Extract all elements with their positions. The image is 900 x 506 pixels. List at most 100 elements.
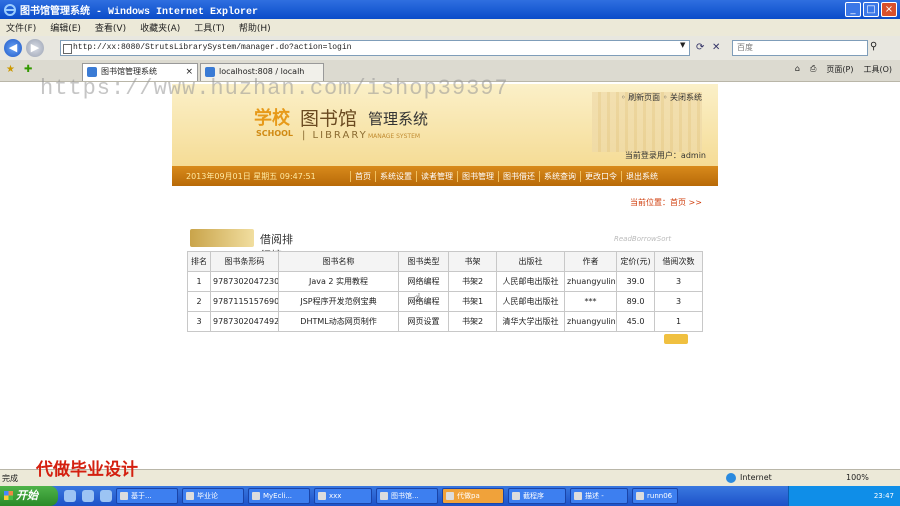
mouse-cursor-icon: ☝ bbox=[414, 291, 421, 304]
table-cell: 3 bbox=[654, 291, 703, 312]
header-cell: 图书条形码 bbox=[210, 251, 279, 272]
favorites-star-icon[interactable]: ★ bbox=[6, 64, 18, 76]
menu-view[interactable]: 查看(V) bbox=[95, 21, 126, 34]
search-icon[interactable]: ⚲ bbox=[870, 41, 877, 52]
nav-date: 2013年09月01日 星期五 09:47:51 bbox=[186, 171, 316, 181]
window-controls: _ □ × bbox=[845, 2, 897, 17]
nav-books[interactable]: 图书管理 bbox=[457, 170, 498, 182]
address-toolbar: ◀ ▶ http://xx:8080/StrutsLibrarySystem/m… bbox=[0, 36, 900, 60]
system-title: 管理系统 bbox=[368, 110, 429, 128]
header-cell: 定价(元) bbox=[616, 251, 655, 272]
table-cell: 网页设置 bbox=[398, 311, 449, 332]
table-cell: 1 bbox=[187, 271, 211, 292]
nav-home[interactable]: 首页 bbox=[350, 170, 375, 182]
add-favorite-icon[interactable]: ✚ bbox=[24, 64, 36, 76]
quicklaunch-media-icon[interactable] bbox=[100, 490, 112, 502]
header-cell: 借阅次数 bbox=[654, 251, 703, 272]
stop-icon[interactable]: ✕ bbox=[712, 42, 724, 54]
table-cell: 网络编程 bbox=[398, 291, 449, 312]
minimize-button[interactable]: _ bbox=[845, 2, 861, 17]
watermark-text: https://www.huzhan.com/ishop39397 bbox=[40, 76, 509, 101]
school-title-en: SCHOOL bbox=[256, 129, 294, 138]
home-icon[interactable]: ⌂ bbox=[795, 64, 800, 75]
main-nav: 2013年09月01日 星期五 09:47:51 首页 系统设置 读者管理 图书… bbox=[172, 166, 718, 186]
task-button[interactable]: 毕业论 bbox=[182, 488, 244, 504]
header-cell: 出版社 bbox=[496, 251, 565, 272]
table-cell: DHTML动态网页制作 bbox=[278, 311, 399, 332]
task-button[interactable]: 描述 - bbox=[570, 488, 628, 504]
promo-text: 代做毕业设计 bbox=[36, 460, 138, 480]
table-cell: 网络编程 bbox=[398, 271, 449, 292]
nav-query[interactable]: 系统查询 bbox=[539, 170, 580, 182]
forward-button[interactable]: ▶ bbox=[26, 39, 44, 57]
school-title: 学校 bbox=[254, 108, 290, 129]
menu-favorites[interactable]: 收藏夹(A) bbox=[140, 21, 180, 34]
more-icon[interactable] bbox=[664, 334, 688, 344]
window-titlebar: 图书馆管理系统 - Windows Internet Explorer bbox=[0, 0, 900, 19]
table-cell: 书架2 bbox=[448, 271, 497, 292]
table-cell: 3 bbox=[187, 311, 211, 332]
tools-menu[interactable]: 工具(O) bbox=[863, 64, 892, 75]
system-title-en: MANAGE SYSTEM bbox=[368, 133, 421, 140]
quicklaunch-ie-icon[interactable] bbox=[64, 490, 76, 502]
zoom-level[interactable]: 100% bbox=[846, 473, 869, 482]
task-button[interactable]: 截程序 bbox=[508, 488, 566, 504]
address-dropdown-icon[interactable]: ▼ bbox=[680, 41, 690, 55]
breadcrumb: 当前位置：首页 >> bbox=[630, 198, 702, 207]
print-icon[interactable]: ⎙ bbox=[810, 64, 816, 75]
nav-readers[interactable]: 读者管理 bbox=[416, 170, 457, 182]
table-cell: 45.0 bbox=[616, 311, 655, 332]
back-button[interactable]: ◀ bbox=[4, 39, 22, 57]
table-cell: Java 2 实用教程 bbox=[278, 271, 399, 292]
menu-help[interactable]: 帮助(H) bbox=[239, 21, 271, 34]
table-cell: 9787302047492 bbox=[210, 311, 279, 332]
menu-bar: 文件(F) 编辑(E) 查看(V) 收藏夹(A) 工具(T) 帮助(H) bbox=[0, 19, 900, 36]
refresh-icon[interactable]: ⟳ bbox=[696, 42, 708, 54]
table-cell: 2 bbox=[187, 291, 211, 312]
library-title: 图书馆 bbox=[300, 108, 358, 130]
close-button[interactable]: × bbox=[881, 2, 897, 17]
search-input[interactable]: 百度 bbox=[732, 40, 868, 56]
status-text: 完成 bbox=[2, 474, 18, 483]
header-cell: 图书名称 bbox=[278, 251, 399, 272]
task-button[interactable]: runn06 bbox=[632, 488, 678, 504]
header-cell: 书架 bbox=[448, 251, 497, 272]
header-cell: 作者 bbox=[564, 251, 617, 272]
table-cell: 人民邮电出版社 bbox=[496, 271, 565, 292]
menu-tools[interactable]: 工具(T) bbox=[194, 21, 225, 34]
banner-links[interactable]: ◦ 刷新页面 ◦ 关闭系统 bbox=[621, 92, 702, 103]
task-button[interactable]: MyEcli... bbox=[248, 488, 310, 504]
system-tray: 23:47 bbox=[788, 486, 900, 506]
taskbar: 开始 基于... 毕业论 MyEcli... xxx 图书馆... 代做pa 截… bbox=[0, 486, 900, 506]
task-button[interactable]: xxx bbox=[314, 488, 372, 504]
ie-command-bar: ⌂ ⎙ 页面(P) 工具(O) bbox=[795, 64, 892, 75]
table-cell: zhuangyulin bbox=[564, 271, 617, 292]
security-zone: Internet bbox=[726, 473, 772, 483]
table-cell: JSP程序开发范例宝典 bbox=[278, 291, 399, 312]
nav-settings[interactable]: 系统设置 bbox=[375, 170, 416, 182]
table-row: 1 9787302047230 Java 2 实用教程 网络编程 书架2 人民邮… bbox=[187, 271, 703, 292]
quicklaunch-desktop-icon[interactable] bbox=[82, 490, 94, 502]
address-input[interactable]: http://xx:8080/StrutsLibrarySystem/manag… bbox=[60, 40, 690, 56]
task-button-active[interactable]: 代做pa bbox=[442, 488, 504, 504]
table-row: 3 9787302047492 DHTML动态网页制作 网页设置 书架2 清华大… bbox=[187, 311, 703, 332]
nav-borrow[interactable]: 图书借还 bbox=[498, 170, 539, 182]
menu-edit[interactable]: 编辑(E) bbox=[50, 21, 81, 34]
table-cell: 书架2 bbox=[448, 311, 497, 332]
table-cell: 89.0 bbox=[616, 291, 655, 312]
start-button[interactable]: 开始 bbox=[0, 486, 58, 506]
task-button[interactable]: 图书馆... bbox=[376, 488, 438, 504]
ie-logo-icon bbox=[4, 3, 16, 16]
task-button[interactable]: 基于... bbox=[116, 488, 178, 504]
header-cell: 排名 bbox=[187, 251, 211, 272]
table-cell: zhuangyulin bbox=[564, 311, 617, 332]
window-title: 图书馆管理系统 - Windows Internet Explorer bbox=[20, 6, 259, 18]
nav-logout[interactable]: 退出系统 bbox=[621, 170, 662, 182]
table-cell: *** bbox=[564, 291, 617, 312]
rank-title-en: ReadBorrowSort bbox=[614, 235, 672, 243]
page-menu[interactable]: 页面(P) bbox=[826, 64, 853, 75]
menu-file[interactable]: 文件(F) bbox=[6, 21, 36, 34]
table-header-row: 排名 图书条形码 图书名称 图书类型 书架 出版社 作者 定价(元) 借阅次数 bbox=[187, 251, 703, 272]
nav-password[interactable]: 更改口令 bbox=[580, 170, 621, 182]
maximize-button[interactable]: □ bbox=[863, 2, 879, 17]
